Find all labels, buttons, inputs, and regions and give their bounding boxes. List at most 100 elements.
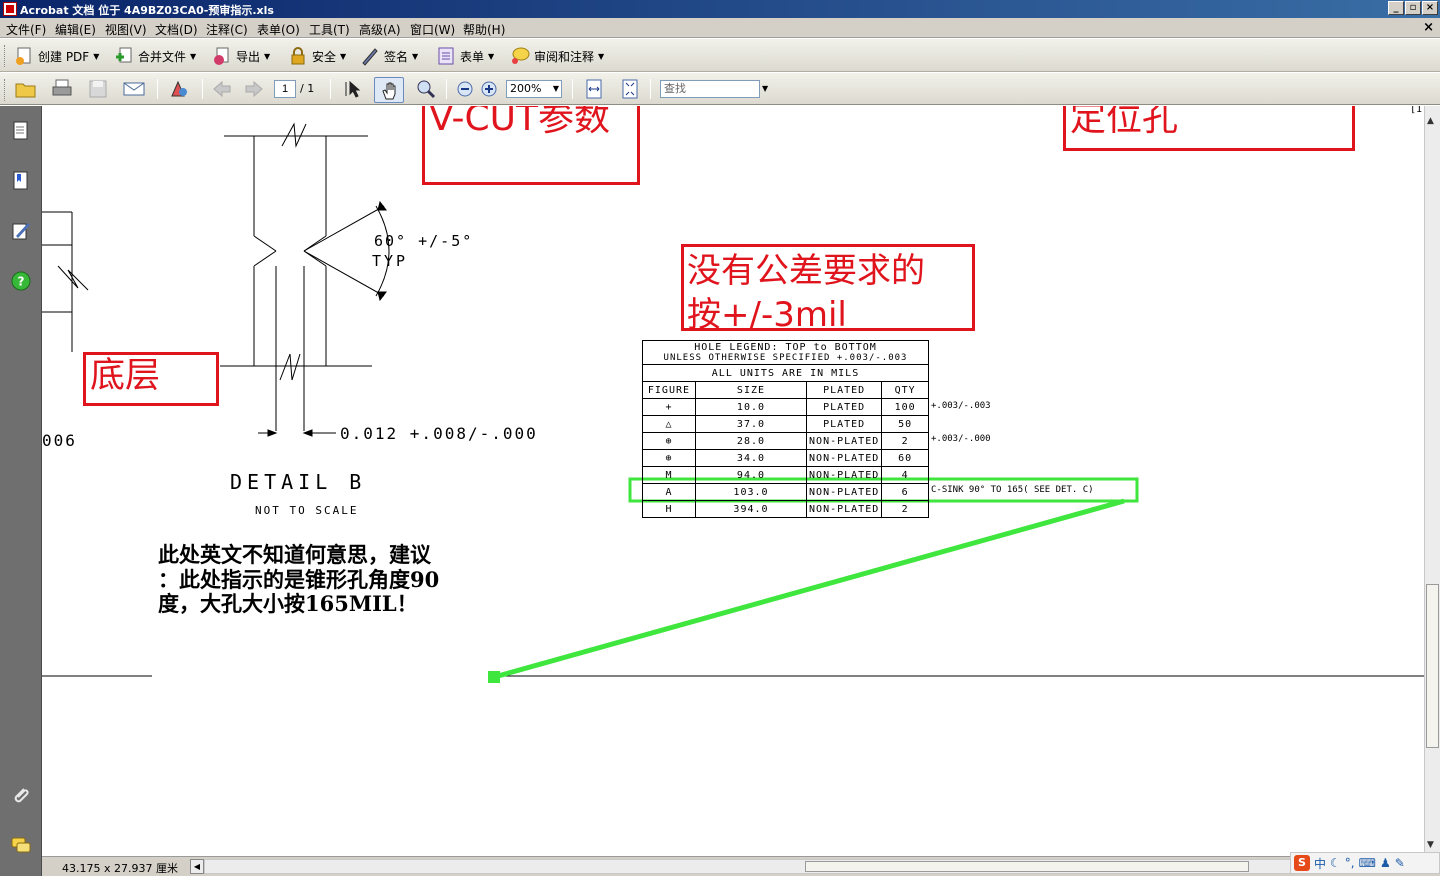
fit-width-icon[interactable]	[582, 78, 606, 100]
size-cell: 103.0	[694, 483, 808, 501]
pages-icon[interactable]	[10, 120, 32, 142]
document-close-icon[interactable]: ×	[1423, 20, 1434, 35]
document-view[interactable]: 60° +/-5° TYP 0.012 +.008/-.000 006 DETA…	[42, 106, 1424, 856]
email-icon[interactable]	[122, 78, 146, 100]
file-toolbar: / 1 200% ▼ 查找 ▼	[0, 73, 1440, 105]
zoom-tool-icon[interactable]	[414, 78, 438, 100]
legend-subtitle: UNLESS OTHERWISE SPECIFIED +.003/-.003	[663, 352, 908, 363]
combine-files-button[interactable]: 合并文件 ▼	[114, 45, 196, 67]
page-marker: [1	[1410, 106, 1423, 115]
scroll-left-icon[interactable]: ◀	[190, 859, 204, 874]
tolerance-annotation[interactable]: 没有公差要求的 按+/-3mil	[681, 244, 975, 335]
fit-page-icon[interactable]	[618, 78, 642, 100]
menu-view[interactable]: 视图(V)	[105, 21, 147, 38]
help-icon[interactable]: ?	[10, 270, 32, 292]
col-figure: FIGURE	[642, 381, 696, 399]
hand-tool-button[interactable]	[374, 77, 404, 103]
vcut-annotation[interactable]: V-CUT参数	[422, 106, 640, 185]
figure-cell: ⊕	[642, 449, 696, 467]
table-row: ⊕ 28.0 NON-PLATED 2	[642, 432, 929, 450]
vertical-scrollbar[interactable]: ▲ ▼	[1424, 106, 1440, 856]
punctuation-icon[interactable]: °,	[1345, 856, 1355, 870]
status-bar: 43.175 x 27.937 厘米 ◀	[42, 856, 1440, 876]
secure-button[interactable]: 安全 ▼	[288, 45, 346, 67]
angle-tolerance: 60° +/-5°	[374, 232, 474, 250]
open-folder-icon[interactable]	[14, 78, 38, 100]
zoom-in-icon[interactable]	[478, 78, 502, 100]
figure-cell: +	[642, 398, 696, 416]
wrench-icon[interactable]: ✎	[1395, 856, 1405, 870]
menu-document[interactable]: 文档(D)	[155, 21, 198, 38]
moon-icon[interactable]: ☾	[1330, 856, 1341, 870]
locating-hole-label: 定位孔	[1070, 106, 1179, 139]
plated-cell: PLATED	[806, 415, 883, 433]
size-cell: 37.0	[694, 415, 808, 433]
zoom-select[interactable]: 200% ▼	[506, 80, 562, 98]
bottom-layer-annotation[interactable]: 底层	[83, 352, 219, 406]
menu-window[interactable]: 窗口(W)	[410, 21, 455, 38]
forms-button[interactable]: 表单 ▼	[436, 45, 494, 67]
page-number-input[interactable]	[274, 80, 296, 98]
export-button[interactable]: 导出 ▼	[212, 45, 270, 67]
signatures-icon[interactable]	[10, 220, 32, 242]
menu-file[interactable]: 文件(F)	[6, 21, 46, 38]
scroll-up-icon[interactable]: ▲	[1427, 116, 1434, 126]
menu-forms[interactable]: 表单(O)	[257, 21, 300, 38]
restore-button[interactable]: ▫	[1405, 1, 1421, 15]
chevron-down-icon: ▼	[412, 51, 419, 61]
toolbar-separator	[330, 79, 331, 99]
zoom-out-icon[interactable]	[454, 78, 478, 100]
create-pdf-button[interactable]: 创建 PDF ▼	[14, 45, 99, 67]
review-comment-label: 审阅和注释	[534, 49, 595, 64]
figure-cell: M	[642, 466, 696, 484]
size-cell: 34.0	[694, 449, 808, 467]
legend-header-cell: HOLE LEGEND: TOP to BOTTOM UNLESS OTHERW…	[642, 340, 929, 365]
menu-comments[interactable]: 注释(C)	[206, 21, 248, 38]
find-input[interactable]: 查找	[660, 80, 760, 98]
menu-help[interactable]: 帮助(H)	[463, 21, 505, 38]
size-cell: 10.0	[694, 398, 808, 416]
toolbar-grip[interactable]	[4, 45, 7, 67]
page-total: / 1	[300, 82, 315, 95]
size-cell: 94.0	[694, 466, 808, 484]
horizontal-scroll-thumb[interactable]	[805, 861, 1249, 872]
tasks-toolbar: 创建 PDF ▼ 合并文件 ▼ 导出 ▼ 安全 ▼ 签名 ▼ 表单 ▼ 审阅和注释 ▼	[0, 39, 1440, 72]
save-icon[interactable]	[86, 78, 110, 100]
minimize-button[interactable]: _	[1388, 1, 1404, 15]
bookmarks-icon[interactable]	[10, 170, 32, 192]
toolbar-grip[interactable]	[4, 79, 7, 101]
table-row: △ 37.0 PLATED 50	[642, 415, 929, 433]
horizontal-scrollbar[interactable]	[204, 859, 1292, 874]
scroll-down-icon[interactable]: ▼	[1427, 840, 1434, 850]
callout-arrow	[497, 498, 1125, 679]
keyboard-icon[interactable]: ⌨	[1359, 856, 1376, 870]
locating-hole-annotation[interactable]: 定位孔	[1063, 106, 1355, 151]
user-icon[interactable]: ♟	[1380, 856, 1391, 870]
attachments-icon[interactable]	[10, 784, 32, 806]
sign-button[interactable]: 签名 ▼	[360, 45, 418, 67]
menu-edit[interactable]: 编辑(E)	[55, 21, 96, 38]
next-page-icon[interactable]	[242, 78, 266, 100]
scroll-thumb[interactable]	[1426, 584, 1439, 748]
ime-toolbar[interactable]: S 中 ☾ °, ⌨ ♟ ✎	[1290, 852, 1440, 874]
organizer-icon[interactable]	[168, 78, 192, 100]
previous-page-icon[interactable]	[210, 78, 234, 100]
menu-advanced[interactable]: 高级(A)	[359, 21, 401, 38]
find-options-dropdown[interactable]: ▼	[762, 84, 768, 93]
menu-tools[interactable]: 工具(T)	[309, 21, 350, 38]
window-title: Acrobat 文档 位于 4A9BZ03CA0-预审指示.xls	[20, 4, 274, 17]
note-line-3: 度，大孔大小按165MIL！	[158, 591, 418, 616]
bottom-layer-label: 底层	[90, 356, 161, 396]
select-tool-icon[interactable]	[342, 78, 366, 100]
size-cell: 394.0	[694, 500, 808, 518]
qty-cell: 2	[881, 432, 929, 450]
create-pdf-label: 创建 PDF	[38, 49, 90, 64]
comments-icon[interactable]	[10, 834, 32, 856]
ime-mode[interactable]: 中	[1314, 855, 1326, 872]
toolbar-separator	[446, 79, 447, 99]
print-icon[interactable]	[50, 78, 74, 100]
sogou-icon[interactable]: S	[1294, 855, 1310, 871]
left-dimension-fragment: 006	[42, 431, 77, 450]
review-comment-button[interactable]: 审阅和注释 ▼	[510, 45, 604, 67]
close-button[interactable]: ×	[1422, 1, 1438, 15]
